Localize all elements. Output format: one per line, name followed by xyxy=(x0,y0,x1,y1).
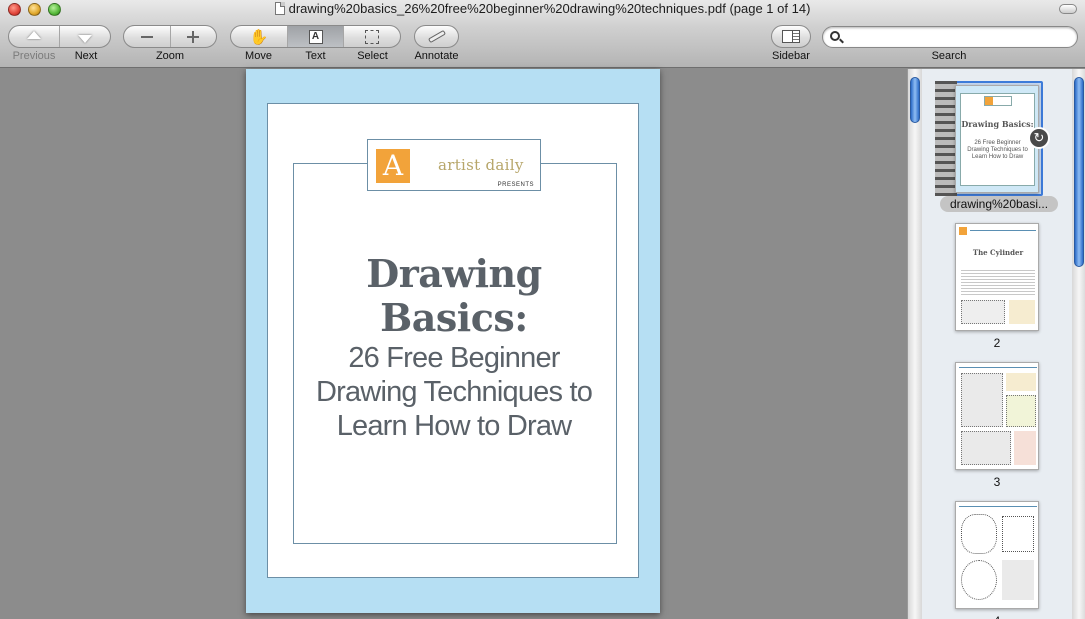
search-field[interactable] xyxy=(822,26,1078,48)
thumbnail-image xyxy=(955,362,1039,470)
logo-wordmark: artist daily xyxy=(438,156,524,174)
thumbnail-subtitle: 26 Free Beginner Drawing Techniques to L… xyxy=(967,140,1028,160)
thumbnail-title: The Cylinder xyxy=(972,248,1024,257)
cover-subtitle-line: Learn How to Draw xyxy=(336,410,572,442)
thumbnail-binding-spine xyxy=(935,81,957,196)
thumbnail-title: Drawing Basics: xyxy=(961,119,1034,129)
cover-title-line: Basics: xyxy=(380,295,528,340)
search-input[interactable] xyxy=(845,29,1070,45)
select-tool-button[interactable] xyxy=(344,26,400,47)
text-label: Text xyxy=(305,50,326,62)
arrow-down-icon xyxy=(78,34,92,43)
pencil-icon xyxy=(427,29,446,44)
cover-subtitle-line: 26 Free Beginner xyxy=(348,342,560,374)
sidebar-toggle-button[interactable] xyxy=(771,25,811,48)
thumbnail-label: drawing%20basi... xyxy=(940,196,1058,212)
thumbnail-figure xyxy=(1009,300,1035,324)
thumbnail-figure xyxy=(1014,431,1036,465)
annotate-button[interactable] xyxy=(414,25,459,48)
thumbnail-label: 4 xyxy=(955,614,1039,619)
hand-icon: ✋ xyxy=(249,28,269,46)
thumbnail-logo xyxy=(984,96,1012,106)
thumbnail-text-block xyxy=(961,268,1035,296)
thumbnail-image xyxy=(955,501,1039,609)
sidebar-scroll-thumb[interactable] xyxy=(1074,77,1084,267)
text-tool-button[interactable]: A xyxy=(287,26,345,47)
thumbnail-figure xyxy=(961,560,997,600)
cover-subtitle-line: Drawing Techniques to xyxy=(315,376,593,408)
thumbnail-logo-mark xyxy=(959,227,967,235)
arrow-up-icon xyxy=(27,30,41,39)
toolbar-toggle-button[interactable] xyxy=(1059,4,1077,14)
sidebar-icon xyxy=(782,30,800,43)
window-toolbar: drawing%20basics_26%20free%20beginner%20… xyxy=(0,0,1085,68)
logo-letter-mark: A xyxy=(376,149,410,183)
page-white-panel: A artist daily PRESENTS Drawing Basics: … xyxy=(267,103,639,578)
thumbnail-label: 2 xyxy=(993,336,1001,350)
cover-title: Drawing Basics: xyxy=(268,252,640,340)
cover-subtitle: 26 Free Beginner Drawing Techniques to L… xyxy=(268,341,640,443)
thumbnail-rule xyxy=(959,367,1037,368)
sidebar-scrollbar[interactable] xyxy=(1072,69,1085,619)
rotate-page-button[interactable]: ↻ xyxy=(1028,127,1050,149)
thumbnail-figure xyxy=(961,514,997,554)
document-viewer[interactable]: A artist daily PRESENTS Drawing Basics: … xyxy=(0,69,907,619)
previous-next-control xyxy=(8,25,111,48)
move-tool-button[interactable]: ✋ xyxy=(231,26,288,47)
thumbnail-figure xyxy=(1006,395,1036,427)
annotate-label: Annotate xyxy=(414,50,459,62)
thumbnail-figure xyxy=(1002,516,1034,552)
document-scrollbar[interactable] xyxy=(908,69,922,619)
thumbnail-logo-mark xyxy=(985,97,993,105)
thumbnail-rule xyxy=(970,230,1036,231)
rotate-icon: ↻ xyxy=(1033,130,1045,145)
thumbnail-figure xyxy=(1006,373,1036,391)
annotate-button-face[interactable] xyxy=(415,26,458,47)
zoom-label: Zoom xyxy=(155,50,185,62)
thumbnail-label: 3 xyxy=(993,475,1001,489)
next-label: Next xyxy=(74,50,98,62)
text-tool-icon: A xyxy=(308,29,323,44)
window-title-bar: drawing%20basics_26%20free%20beginner%20… xyxy=(0,1,1085,16)
thumbnail-figure xyxy=(961,431,1011,465)
thumbnail-rule xyxy=(959,506,1037,507)
move-label: Move xyxy=(245,50,272,62)
plus-icon xyxy=(187,30,200,43)
thumbnail-figure xyxy=(1002,560,1034,600)
pdf-document-icon[interactable] xyxy=(274,2,285,15)
artist-daily-logo: A artist daily PRESENTS xyxy=(367,139,541,191)
search-icon xyxy=(830,31,840,41)
sidebar-label: Sidebar xyxy=(772,50,810,62)
tool-mode-control: ✋ A xyxy=(230,25,401,48)
pdf-page-1[interactable]: A artist daily PRESENTS Drawing Basics: … xyxy=(246,69,660,613)
thumbnail-sidebar[interactable]: Drawing Basics: 26 Free Beginner Drawing… xyxy=(907,69,1085,619)
thumbnail-image: The Cylinder xyxy=(955,223,1039,331)
sidebar-toggle-face[interactable] xyxy=(772,26,810,47)
zoom-control xyxy=(123,25,217,48)
previous-label: Previous xyxy=(12,50,56,62)
window-title: drawing%20basics_26%20free%20beginner%20… xyxy=(288,1,811,16)
cover-title-line: Drawing xyxy=(366,251,542,296)
zoom-in-button[interactable] xyxy=(171,26,217,47)
search-label: Search xyxy=(931,50,967,62)
minus-icon xyxy=(140,35,153,38)
thumbnail-figure xyxy=(961,373,1003,427)
select-label: Select xyxy=(357,50,388,62)
document-scroll-thumb[interactable] xyxy=(910,77,920,123)
previous-page-button[interactable] xyxy=(9,26,60,47)
zoom-out-button[interactable] xyxy=(124,26,171,47)
next-page-button[interactable] xyxy=(60,26,110,47)
thumbnail-image: Drawing Basics: 26 Free Beginner Drawing… xyxy=(955,85,1039,193)
select-marquee-icon xyxy=(365,29,380,44)
thumbnail-figure xyxy=(961,300,1005,324)
logo-presents: PRESENTS xyxy=(497,182,534,188)
